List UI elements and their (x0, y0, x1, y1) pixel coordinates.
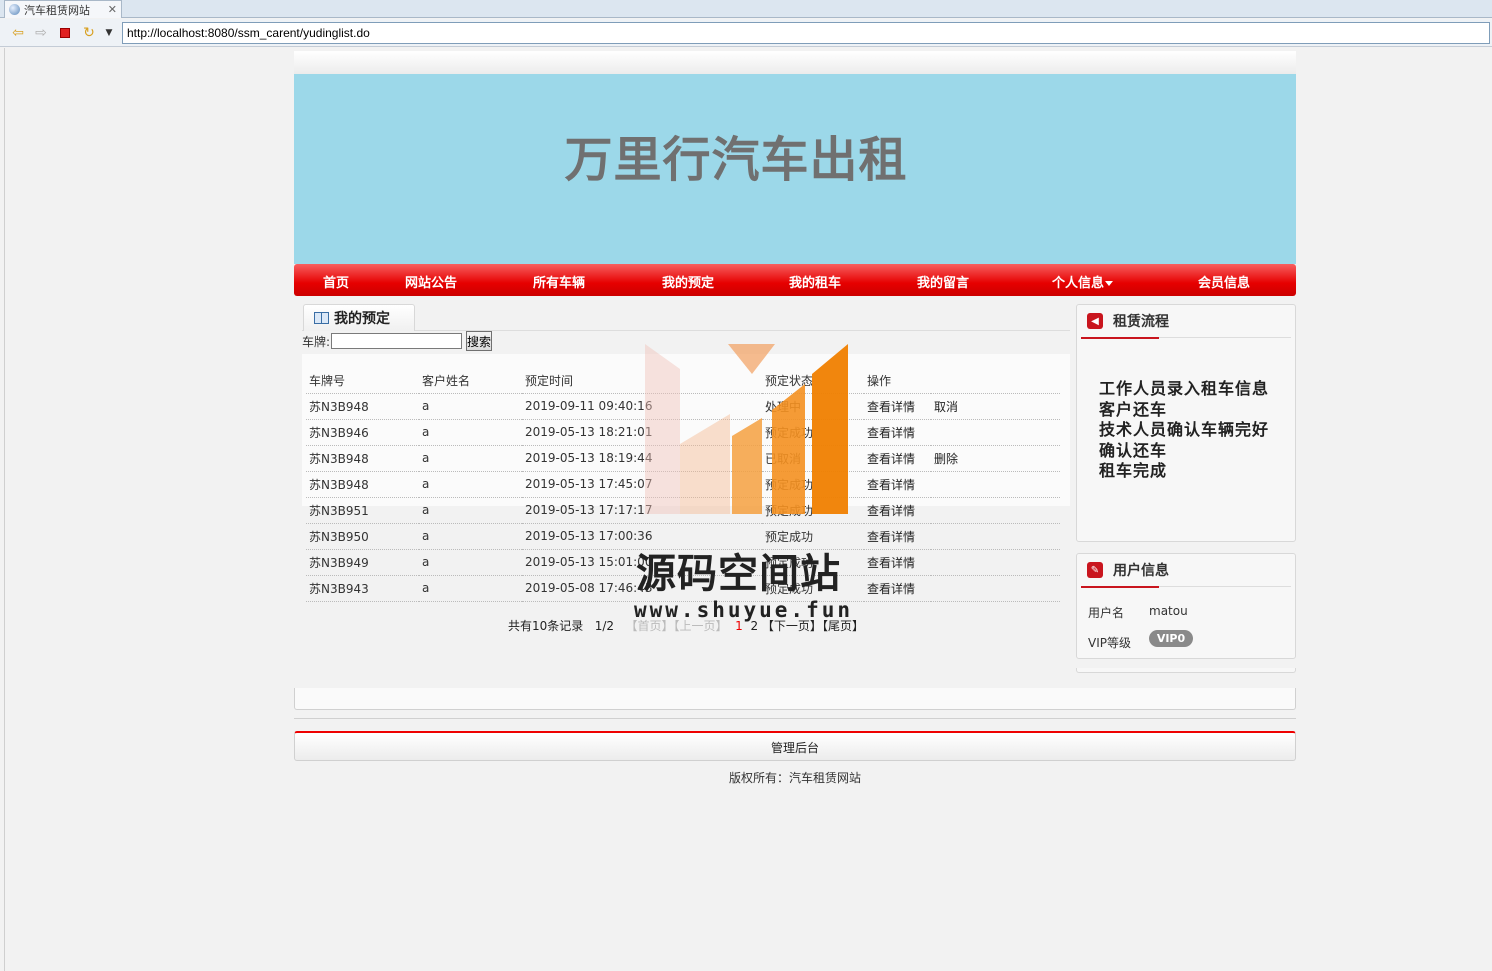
username-row: 用户名 matou (1088, 604, 1188, 621)
watermark-url: www.shuyue.fun (634, 598, 854, 622)
speaker-icon: ◀ (1087, 313, 1103, 329)
process-step: 客户还车 (1099, 399, 1168, 419)
col-plate: 车牌号 (306, 368, 419, 394)
globe-icon (9, 4, 20, 15)
header-divider (1081, 337, 1291, 339)
rental-process-header: ◀ 租赁流程 (1077, 305, 1295, 337)
nav-all-cars[interactable]: 所有车辆 (533, 272, 585, 291)
stop-icon[interactable] (57, 25, 73, 41)
view-details-link[interactable]: 查看详情 (867, 582, 915, 596)
cell-plate: 苏N3B950 (306, 523, 419, 550)
delete-link[interactable]: 删除 (934, 452, 958, 466)
username-label: 用户名 (1088, 606, 1125, 620)
view-details-link[interactable]: 查看详情 (867, 426, 915, 440)
nav-personal-info-label: 个人信息 (1052, 276, 1105, 291)
browser-tab-bar: 汽车租赁网站 ✕ (0, 0, 1492, 18)
caret-down-icon (1105, 281, 1114, 286)
cell-name: a (419, 575, 522, 602)
browser-toolbar: ⇦ ⇨ ↻ ▼ http://localhost:8080/ssm_carent… (0, 19, 1492, 47)
cell-name: a (419, 549, 522, 576)
vip-badge: VIP0 (1149, 630, 1193, 647)
copyright: 版权所有：汽车租赁网站 (728, 771, 861, 785)
forward-icon[interactable]: ⇨ (33, 25, 49, 41)
cell-name: a (419, 393, 522, 420)
cell-name: a (419, 471, 522, 498)
footer-divider (294, 718, 1296, 721)
nav-announcements[interactable]: 网站公告 (405, 272, 457, 291)
banner: 万里行汽车出租 (294, 74, 1296, 264)
col-actions: 操作 (864, 368, 931, 394)
page-edge (4, 48, 5, 971)
view-details-link[interactable]: 查看详情 (867, 400, 915, 414)
search-button[interactable]: 搜索 (466, 331, 493, 351)
header-divider (1081, 586, 1291, 588)
cell-name: a (419, 523, 522, 550)
cell-plate: 苏N3B948 (306, 393, 419, 420)
watermark-logo (645, 344, 848, 514)
tab-label: 我的预定 (334, 311, 390, 327)
nav-member-info[interactable]: 会员信息 (1198, 272, 1250, 291)
nav-my-reservations[interactable]: 我的预定 (662, 272, 714, 291)
page-indicator: 1/2 (594, 619, 615, 633)
back-icon[interactable]: ⇦ (10, 25, 26, 41)
cell-name: a (419, 419, 522, 446)
sidebar-bottom-box (1076, 668, 1296, 673)
process-step: 租车完成 (1099, 461, 1168, 480)
admin-bar: 管理后台 (294, 731, 1296, 761)
address-bar[interactable]: http://localhost:8080/ssm_carent/yudingl… (122, 22, 1490, 44)
username-value: matou (1149, 604, 1188, 618)
close-tab-icon[interactable]: ✕ (108, 3, 117, 16)
cell-plate: 苏N3B946 (306, 419, 419, 446)
book-icon (314, 312, 329, 324)
record-count: 共有10条记录 (508, 619, 584, 633)
search-bar: 车牌: 搜索 (302, 331, 493, 351)
dropdown-icon[interactable]: ▼ (101, 25, 117, 41)
view-details-link[interactable]: 查看详情 (867, 478, 915, 492)
rental-process-box: ◀ 租赁流程 工作人员录入租车信息 客户还车 技术人员确认车辆完好 确认还车 租… (1076, 304, 1296, 542)
tab-title: 汽车租赁网站 (24, 3, 90, 17)
view-details-link[interactable]: 查看详情 (867, 530, 915, 544)
cell-plate: 苏N3B948 (306, 471, 419, 498)
site-title: 万里行汽车出租 (564, 132, 908, 188)
top-strip (294, 51, 1296, 74)
cell-name: a (419, 497, 522, 524)
search-label: 车牌: (302, 334, 331, 349)
process-step: 确认还车 (1099, 440, 1168, 460)
process-step: 技术人员确认车辆完好 (1099, 420, 1270, 439)
process-steps: 工作人员录入租车信息 客户还车 技术人员确认车辆完好 确认还车 租车完成 (1099, 379, 1269, 482)
edit-icon: ✎ (1087, 562, 1103, 578)
plate-search-input[interactable] (331, 333, 463, 349)
vip-label: VIP等级 (1088, 636, 1131, 650)
rental-process-title: 租赁流程 (1113, 314, 1169, 330)
cell-plate: 苏N3B943 (306, 575, 419, 602)
refresh-icon[interactable]: ↻ (81, 25, 97, 41)
nav-my-rentals[interactable]: 我的租车 (789, 272, 841, 291)
cancel-link[interactable]: 取消 (934, 400, 958, 414)
browser-tab[interactable]: 汽车租赁网站 ✕ (4, 0, 122, 18)
cell-name: a (419, 445, 522, 472)
cell-plate: 苏N3B951 (306, 497, 419, 524)
admin-link[interactable]: 管理后台 (771, 741, 819, 755)
nav-personal-info[interactable]: 个人信息 (1052, 272, 1114, 291)
user-info-header: ✎ 用户信息 (1077, 554, 1295, 586)
view-details-link[interactable]: 查看详情 (867, 504, 915, 518)
user-info-box: ✎ 用户信息 用户名 matou VIP等级 VIP0 (1076, 553, 1296, 659)
content-bottom-border (294, 688, 1296, 710)
watermark-text: 源码空间站 (636, 551, 841, 597)
user-info-title: 用户信息 (1113, 563, 1169, 579)
main-nav: 首页 网站公告 所有车辆 我的预定 我的租车 我的留言 个人信息 会员信息 (294, 264, 1296, 296)
nav-home[interactable]: 首页 (323, 272, 349, 291)
tab-my-reservations[interactable]: 我的预定 (303, 304, 415, 331)
view-details-link[interactable]: 查看详情 (867, 556, 915, 570)
nav-my-messages[interactable]: 我的留言 (917, 272, 969, 291)
col-customer: 客户姓名 (419, 368, 522, 394)
process-step: 工作人员录入租车信息 (1099, 379, 1270, 398)
view-details-link[interactable]: 查看详情 (867, 452, 915, 466)
cell-plate: 苏N3B949 (306, 549, 419, 576)
cell-plate: 苏N3B948 (306, 445, 419, 472)
